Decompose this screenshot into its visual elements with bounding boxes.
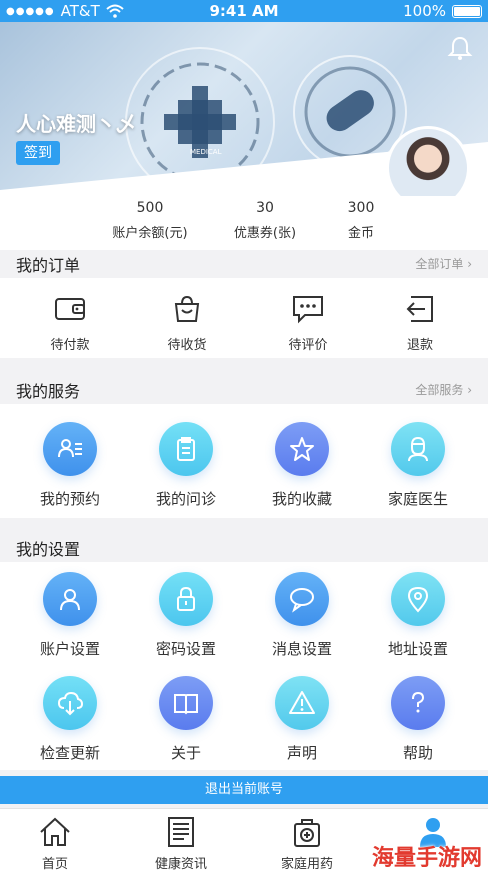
setting-statement[interactable]: 声明 bbox=[247, 676, 357, 763]
comment-icon bbox=[293, 296, 323, 324]
service-family-doctor[interactable]: 家庭医生 bbox=[363, 422, 473, 509]
warning-icon bbox=[289, 691, 315, 714]
stat-label: 账户余额(元) bbox=[112, 226, 188, 241]
battery-percent: 100% bbox=[403, 2, 446, 20]
doctor-icon bbox=[408, 436, 428, 462]
setting-label: 帮助 bbox=[402, 744, 433, 762]
tab-label: 首页 bbox=[41, 857, 68, 872]
setting-label: 密码设置 bbox=[155, 640, 216, 658]
stat-label: 金币 bbox=[347, 226, 374, 241]
setting-label: 地址设置 bbox=[387, 640, 448, 658]
setting-message[interactable]: 消息设置 bbox=[247, 572, 357, 659]
medical-caption: MEDICAL bbox=[190, 148, 222, 156]
setting-icon-circle bbox=[275, 676, 329, 730]
setting-label: 账户设置 bbox=[39, 640, 100, 658]
setting-icon-circle bbox=[43, 676, 97, 730]
bag-icon bbox=[174, 295, 200, 322]
setting-check-update[interactable]: 检查更新 bbox=[15, 676, 125, 763]
tab-family-medicine[interactable]: 家庭用药 bbox=[252, 815, 362, 872]
setting-label: 消息设置 bbox=[271, 640, 332, 658]
order-pending-receipt[interactable]: 待收货 bbox=[137, 294, 237, 353]
settings-panel: 账户设置 密码设置 消息设置 地址设置 检查更新 关于 声明 帮助 bbox=[0, 562, 488, 770]
setting-label: 检查更新 bbox=[39, 744, 100, 762]
order-pending-review[interactable]: 待评价 bbox=[258, 294, 358, 353]
setting-address[interactable]: 地址设置 bbox=[363, 572, 473, 659]
stat-balance[interactable]: 500 账户余额(元) bbox=[90, 200, 210, 241]
question-icon bbox=[412, 691, 425, 713]
section-title-orders: 我的订单 bbox=[16, 256, 81, 275]
service-icon-circle bbox=[43, 422, 97, 476]
lock-icon bbox=[177, 586, 195, 611]
service-icon-circle bbox=[391, 422, 445, 476]
tab-health-news[interactable]: 健康资讯 bbox=[126, 815, 236, 872]
logout-button[interactable]: 退出当前账号 bbox=[0, 776, 488, 804]
orders-panel: 待付款 待收货 待评价 退款 bbox=[0, 278, 488, 358]
service-appointment[interactable]: 我的预约 bbox=[15, 422, 125, 509]
orders-header: 我的订单 全部订单 › bbox=[0, 250, 488, 278]
order-label: 待评价 bbox=[288, 338, 328, 353]
stat-value: 300 bbox=[347, 200, 375, 216]
service-label: 家庭医生 bbox=[387, 490, 448, 508]
service-icon-circle bbox=[159, 422, 213, 476]
book-icon bbox=[174, 694, 198, 715]
services-header: 我的服务 全部服务 › bbox=[0, 376, 488, 404]
service-favorites[interactable]: 我的收藏 bbox=[247, 422, 357, 509]
service-icon-circle bbox=[275, 422, 329, 476]
tab-label: 健康资讯 bbox=[154, 857, 207, 872]
order-refund[interactable]: 退款 bbox=[370, 294, 470, 353]
tab-label: 家庭用药 bbox=[280, 857, 333, 872]
setting-help[interactable]: 帮助 bbox=[363, 676, 473, 763]
tab-home[interactable]: 首页 bbox=[0, 815, 110, 872]
setting-about[interactable]: 关于 bbox=[131, 676, 241, 763]
profile-header: MEDICAL 人心难测丶乄 签到 bbox=[0, 22, 488, 218]
service-label: 我的预约 bbox=[39, 490, 100, 508]
username: 人心难测丶乄 bbox=[16, 112, 136, 136]
services-panel: 我的预约 我的问诊 我的收藏 家庭医生 bbox=[0, 404, 488, 518]
location-icon bbox=[407, 586, 429, 613]
settings-header: 我的设置 bbox=[0, 534, 488, 562]
setting-icon-circle bbox=[43, 572, 97, 626]
stat-value: 500 bbox=[136, 200, 164, 216]
service-label: 我的收藏 bbox=[271, 490, 332, 508]
setting-label: 关于 bbox=[170, 744, 201, 762]
star-icon bbox=[290, 437, 314, 461]
service-label: 我的问诊 bbox=[155, 490, 216, 508]
news-icon bbox=[168, 817, 194, 847]
appointment-icon bbox=[58, 439, 82, 458]
clipboard-icon bbox=[177, 437, 195, 461]
order-pending-payment[interactable]: 待付款 bbox=[20, 294, 120, 353]
order-label: 退款 bbox=[406, 338, 433, 353]
service-consultation[interactable]: 我的问诊 bbox=[131, 422, 241, 509]
section-title-settings: 我的设置 bbox=[16, 540, 81, 559]
setting-account[interactable]: 账户设置 bbox=[15, 572, 125, 659]
stat-coins[interactable]: 300 金币 bbox=[301, 200, 421, 241]
setting-icon-circle bbox=[159, 676, 213, 730]
message-icon bbox=[290, 588, 314, 613]
watermark-logo: 海量手游网 bbox=[371, 846, 482, 871]
medicine-kit-icon bbox=[294, 819, 320, 847]
all-orders-link[interactable]: 全部订单 › bbox=[415, 255, 472, 272]
checkin-button[interactable]: 签到 bbox=[16, 141, 60, 165]
setting-label: 声明 bbox=[286, 744, 317, 762]
setting-icon-circle bbox=[159, 572, 213, 626]
home-icon bbox=[40, 817, 70, 846]
setting-icon-circle bbox=[391, 676, 445, 730]
order-label: 待收货 bbox=[167, 338, 207, 353]
setting-icon-circle bbox=[275, 572, 329, 626]
setting-icon-circle bbox=[391, 572, 445, 626]
user-icon bbox=[60, 589, 80, 611]
account-stats: 500 账户余额(元) 30 优惠券(张) 300 金币 bbox=[0, 196, 488, 250]
wallet-icon bbox=[55, 298, 85, 320]
setting-password[interactable]: 密码设置 bbox=[131, 572, 241, 659]
all-services-link[interactable]: 全部服务 › bbox=[415, 381, 472, 398]
status-bar: ●●●●● AT&T 9:41 AM 100% bbox=[0, 0, 488, 22]
battery-icon bbox=[452, 4, 482, 18]
status-right: 100% bbox=[403, 2, 482, 20]
bottom-tab-bar: 首页 健康资讯 家庭用药 海量手游网 bbox=[0, 808, 488, 874]
bell-icon[interactable] bbox=[446, 34, 474, 62]
refund-icon bbox=[406, 296, 433, 322]
order-label: 待付款 bbox=[50, 338, 90, 353]
cloud-download-icon bbox=[57, 691, 84, 716]
section-title-services: 我的服务 bbox=[16, 382, 81, 401]
